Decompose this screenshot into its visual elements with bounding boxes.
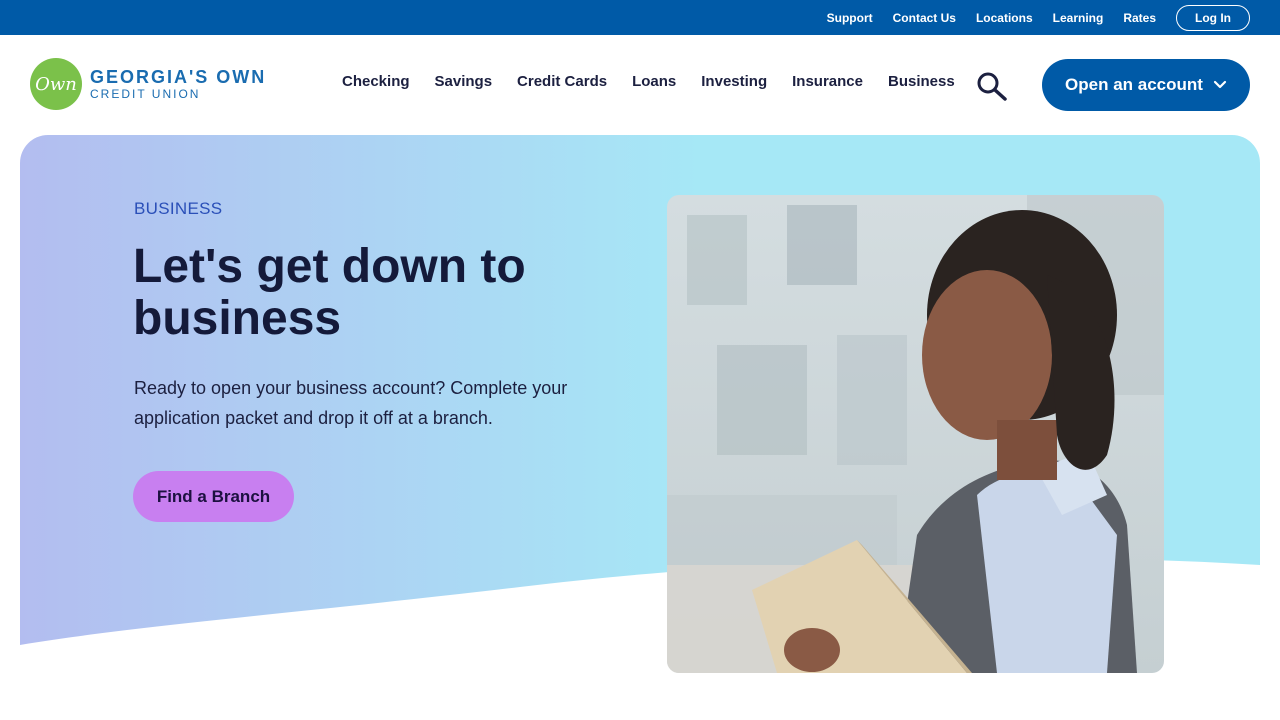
open-account-label: Open an account (1065, 75, 1203, 94)
nav-loans[interactable]: Loans (632, 73, 676, 90)
logo-line2: CREDIT UNION (90, 87, 201, 101)
main-header: Own GEORGIA'S OWN CREDIT UNION Checking … (0, 35, 1280, 135)
contact-us-link[interactable]: Contact Us (893, 11, 956, 25)
rates-link[interactable]: Rates (1123, 11, 1156, 25)
locations-link[interactable]: Locations (976, 11, 1033, 25)
support-link[interactable]: Support (827, 11, 873, 25)
logo-line1: GEORGIA'S OWN (90, 67, 267, 87)
nav-checking[interactable]: Checking (342, 73, 410, 90)
nav-insurance[interactable]: Insurance (792, 73, 863, 90)
hero-title: Let's get down to business (133, 240, 526, 345)
logo[interactable]: Own GEORGIA'S OWN CREDIT UNION (30, 58, 266, 110)
log-in-button[interactable]: Log In (1176, 4, 1250, 31)
utility-bar: Support Contact Us Locations Learning Ra… (0, 0, 1280, 35)
nav-investing[interactable]: Investing (701, 73, 767, 90)
nav-credit-cards[interactable]: Credit Cards (517, 73, 607, 90)
logo-text: GEORGIA'S OWN CREDIT UNION (90, 67, 266, 101)
main-nav: Checking Savings Credit Cards Loans Inve… (330, 73, 980, 90)
chevron-down-icon (1213, 80, 1227, 89)
nav-business[interactable]: Business (888, 73, 955, 90)
logo-mark: Own (30, 58, 82, 110)
hero-photo (667, 195, 1164, 673)
hero-eyebrow: BUSINESS (134, 199, 223, 218)
learning-link[interactable]: Learning (1053, 11, 1104, 25)
find-a-branch-button[interactable]: Find a Branch (133, 471, 294, 522)
open-account-button[interactable]: Open an account (1042, 59, 1250, 111)
hero-description: Ready to open your business account? Com… (134, 378, 568, 428)
search-icon[interactable] (976, 71, 1008, 101)
nav-savings[interactable]: Savings (435, 73, 493, 90)
